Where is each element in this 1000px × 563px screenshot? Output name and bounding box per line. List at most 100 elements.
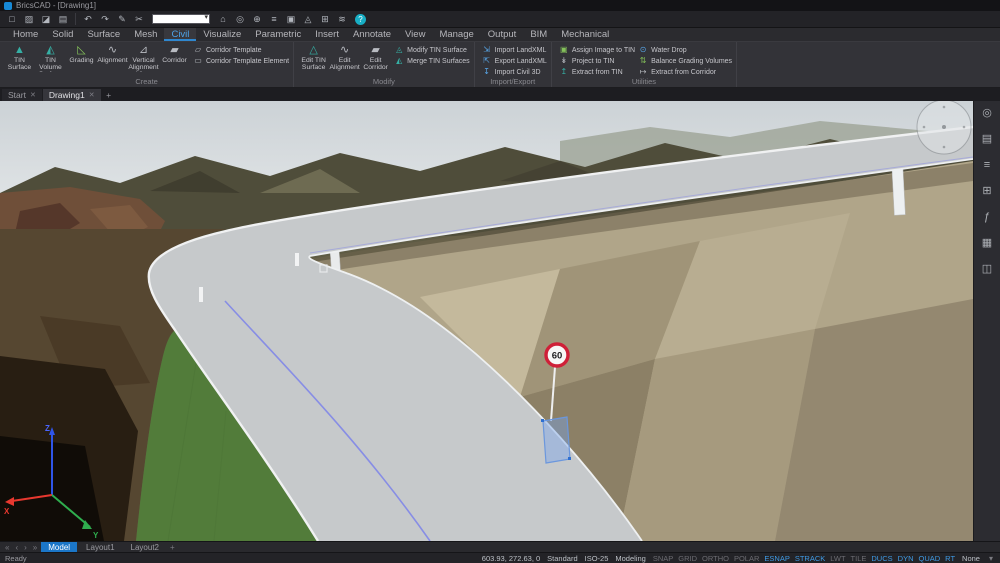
cut-icon[interactable]: ✂ [131, 12, 147, 26]
button-label: Grading [69, 57, 94, 64]
tab-parametric[interactable]: Parametric [248, 28, 308, 41]
zoom-icon[interactable]: ⊕ [249, 12, 265, 26]
toggle-dyn[interactable]: DYN [898, 554, 914, 563]
tab-solid[interactable]: Solid [45, 28, 80, 41]
doc-tab-start[interactable]: Start ✕ [2, 89, 42, 101]
tab-surface[interactable]: Surface [80, 28, 127, 41]
help-icon[interactable]: ? [355, 13, 366, 25]
corridor-template-element-button[interactable]: ▭ Corridor Template Element [193, 56, 289, 66]
toggle-esnap[interactable]: ESNAP [764, 554, 789, 563]
layout-tab-model[interactable]: Model [41, 541, 78, 553]
layers-panel-icon[interactable]: ▤ [982, 133, 992, 145]
sheets-panel-icon[interactable]: ⊞ [982, 185, 991, 197]
tab-view[interactable]: View [398, 28, 432, 41]
toggle-polar[interactable]: POLAR [734, 554, 759, 563]
tin-surface-button[interactable]: ▲ TIN Surface [4, 43, 35, 72]
add-layout-button[interactable]: + [168, 543, 177, 552]
app-logo-icon [4, 1, 12, 10]
properties-icon[interactable]: ▣ [283, 12, 299, 26]
import-landxml-button[interactable]: ⇲ Import LandXML [482, 45, 547, 55]
tab-output[interactable]: Output [481, 28, 524, 41]
bricscad-window: BricsCAD - [Drawing1] □ ▨ ◪ ▤ ↶ ↷ ✎ ✂ ▾ … [0, 0, 1000, 563]
corridor-button[interactable]: ▰ Corridor [159, 43, 190, 72]
tab-home[interactable]: Home [6, 28, 45, 41]
tab-manage[interactable]: Manage [432, 28, 480, 41]
model-viewport[interactable]: 60 Z X Y [0, 101, 973, 541]
tin-volume-surface-button[interactable]: ◭ TIN Volume Surface [35, 43, 66, 72]
structure-panel-icon[interactable]: ◫ [982, 263, 992, 275]
navigation-sphere[interactable] [916, 101, 972, 155]
new-tab-button[interactable]: + [102, 89, 116, 101]
toggle-ducs[interactable]: DUCS [871, 554, 892, 563]
tab-bim[interactable]: BIM [523, 28, 554, 41]
prev-tab-icon[interactable]: ‹ [13, 543, 20, 552]
render-icon[interactable]: ◬ [300, 12, 316, 26]
status-expander-icon[interactable]: ▾ [987, 554, 995, 563]
new-file-icon[interactable]: □ [4, 12, 20, 26]
edit-corridor-button[interactable]: ▰ Edit Corridor [360, 43, 391, 72]
doc-tab-drawing1[interactable]: Drawing1 ✕ [42, 89, 101, 101]
extract-from-corridor-button[interactable]: ↦ Extract from Corridor [638, 67, 732, 77]
grading-button[interactable]: ◺ Grading [66, 43, 97, 72]
merge-tin-surfaces-button[interactable]: ◭ Merge TIN Surfaces [394, 56, 470, 66]
modify-tin-surface-button[interactable]: ◬ Modify TIN Surface [394, 45, 470, 55]
toggle-rt[interactable]: RT [945, 554, 955, 563]
guardrail-post [199, 287, 203, 302]
toggle-quad[interactable]: QUAD [919, 554, 941, 563]
materials-panel-icon[interactable]: ▦ [982, 237, 992, 249]
tab-insert[interactable]: Insert [308, 28, 346, 41]
cursor-coordinates[interactable]: 603.93, 272.63, 0 [482, 554, 540, 563]
water-drop-button[interactable]: ⊙ Water Drop [638, 45, 732, 55]
selected-sign-panel[interactable] [542, 416, 571, 464]
tab-visualize[interactable]: Visualize [196, 28, 248, 41]
close-icon[interactable]: ✕ [30, 91, 36, 99]
button-label: Edit Corridor [363, 57, 388, 72]
dimension-style[interactable]: ISO-25 [585, 554, 609, 563]
close-icon[interactable]: ✕ [89, 91, 95, 99]
undo-icon[interactable]: ↶ [80, 12, 96, 26]
vertical-alignment-view-button[interactable]: ⊿ Vertical Alignment View [128, 43, 159, 72]
workspace-name[interactable]: Modeling [615, 554, 645, 563]
tab-mechanical[interactable]: Mechanical [554, 28, 616, 41]
home-view-icon[interactable]: ⌂ [215, 12, 231, 26]
current-standard[interactable]: Standard [547, 554, 577, 563]
layout-tab-layout1[interactable]: Layout1 [79, 542, 121, 553]
toggle-strack[interactable]: STRACK [795, 554, 825, 563]
alignment-button[interactable]: ∿ Alignment [97, 43, 128, 72]
orbit-icon[interactable]: ◎ [232, 12, 248, 26]
project-to-tin-button[interactable]: ↡ Project to TIN [559, 56, 635, 66]
properties-panel-icon[interactable]: ≡ [984, 159, 990, 171]
corridor-template-button[interactable]: ▱ Corridor Template [193, 45, 289, 55]
balance-grading-volumes-button[interactable]: ⇅ Balance Grading Volumes [638, 56, 732, 66]
toggle-ortho[interactable]: ORTHO [702, 554, 729, 563]
tab-mesh[interactable]: Mesh [127, 28, 164, 41]
save-icon[interactable]: ◪ [38, 12, 54, 26]
last-tab-icon[interactable]: » [31, 543, 39, 552]
selection-filter[interactable]: None [962, 554, 980, 563]
extract-from-tin-button[interactable]: ↥ Extract from TIN [559, 67, 635, 77]
print-icon[interactable]: ▤ [55, 12, 71, 26]
toggle-tile[interactable]: TILE [851, 554, 867, 563]
tab-civil[interactable]: Civil [164, 28, 197, 41]
first-tab-icon[interactable]: « [3, 543, 11, 552]
toggle-grid[interactable]: GRID [678, 554, 697, 563]
export-landxml-button[interactable]: ⇱ Export LandXML [482, 56, 547, 66]
fx-panel-icon[interactable]: ƒ [984, 211, 990, 223]
toggle-lwt[interactable]: LWT [830, 554, 845, 563]
navigation-panel-icon[interactable]: ◎ [982, 107, 992, 119]
next-tab-icon[interactable]: › [22, 543, 29, 552]
assign-image-to-tin-button[interactable]: ▣ Assign Image to TIN [559, 45, 635, 55]
edit-icon[interactable]: ✎ [114, 12, 130, 26]
tab-annotate[interactable]: Annotate [346, 28, 398, 41]
toggle-snap[interactable]: SNAP [653, 554, 673, 563]
open-file-icon[interactable]: ▨ [21, 12, 37, 26]
edit-alignment-button[interactable]: ∿ Edit Alignment [329, 43, 360, 72]
edit-tin-surface-button[interactable]: △ Edit TIN Surface [298, 43, 329, 72]
settings-icon[interactable]: ≋ [334, 12, 350, 26]
toolbar-dropdown[interactable]: ▾ [152, 14, 210, 24]
layout-tab-layout2[interactable]: Layout2 [124, 542, 166, 553]
grid-icon[interactable]: ⊞ [317, 12, 333, 26]
import-civil3d-button[interactable]: ↧ Import Civil 3D [482, 67, 547, 77]
redo-icon[interactable]: ↷ [97, 12, 113, 26]
layers-icon[interactable]: ≡ [266, 12, 282, 26]
